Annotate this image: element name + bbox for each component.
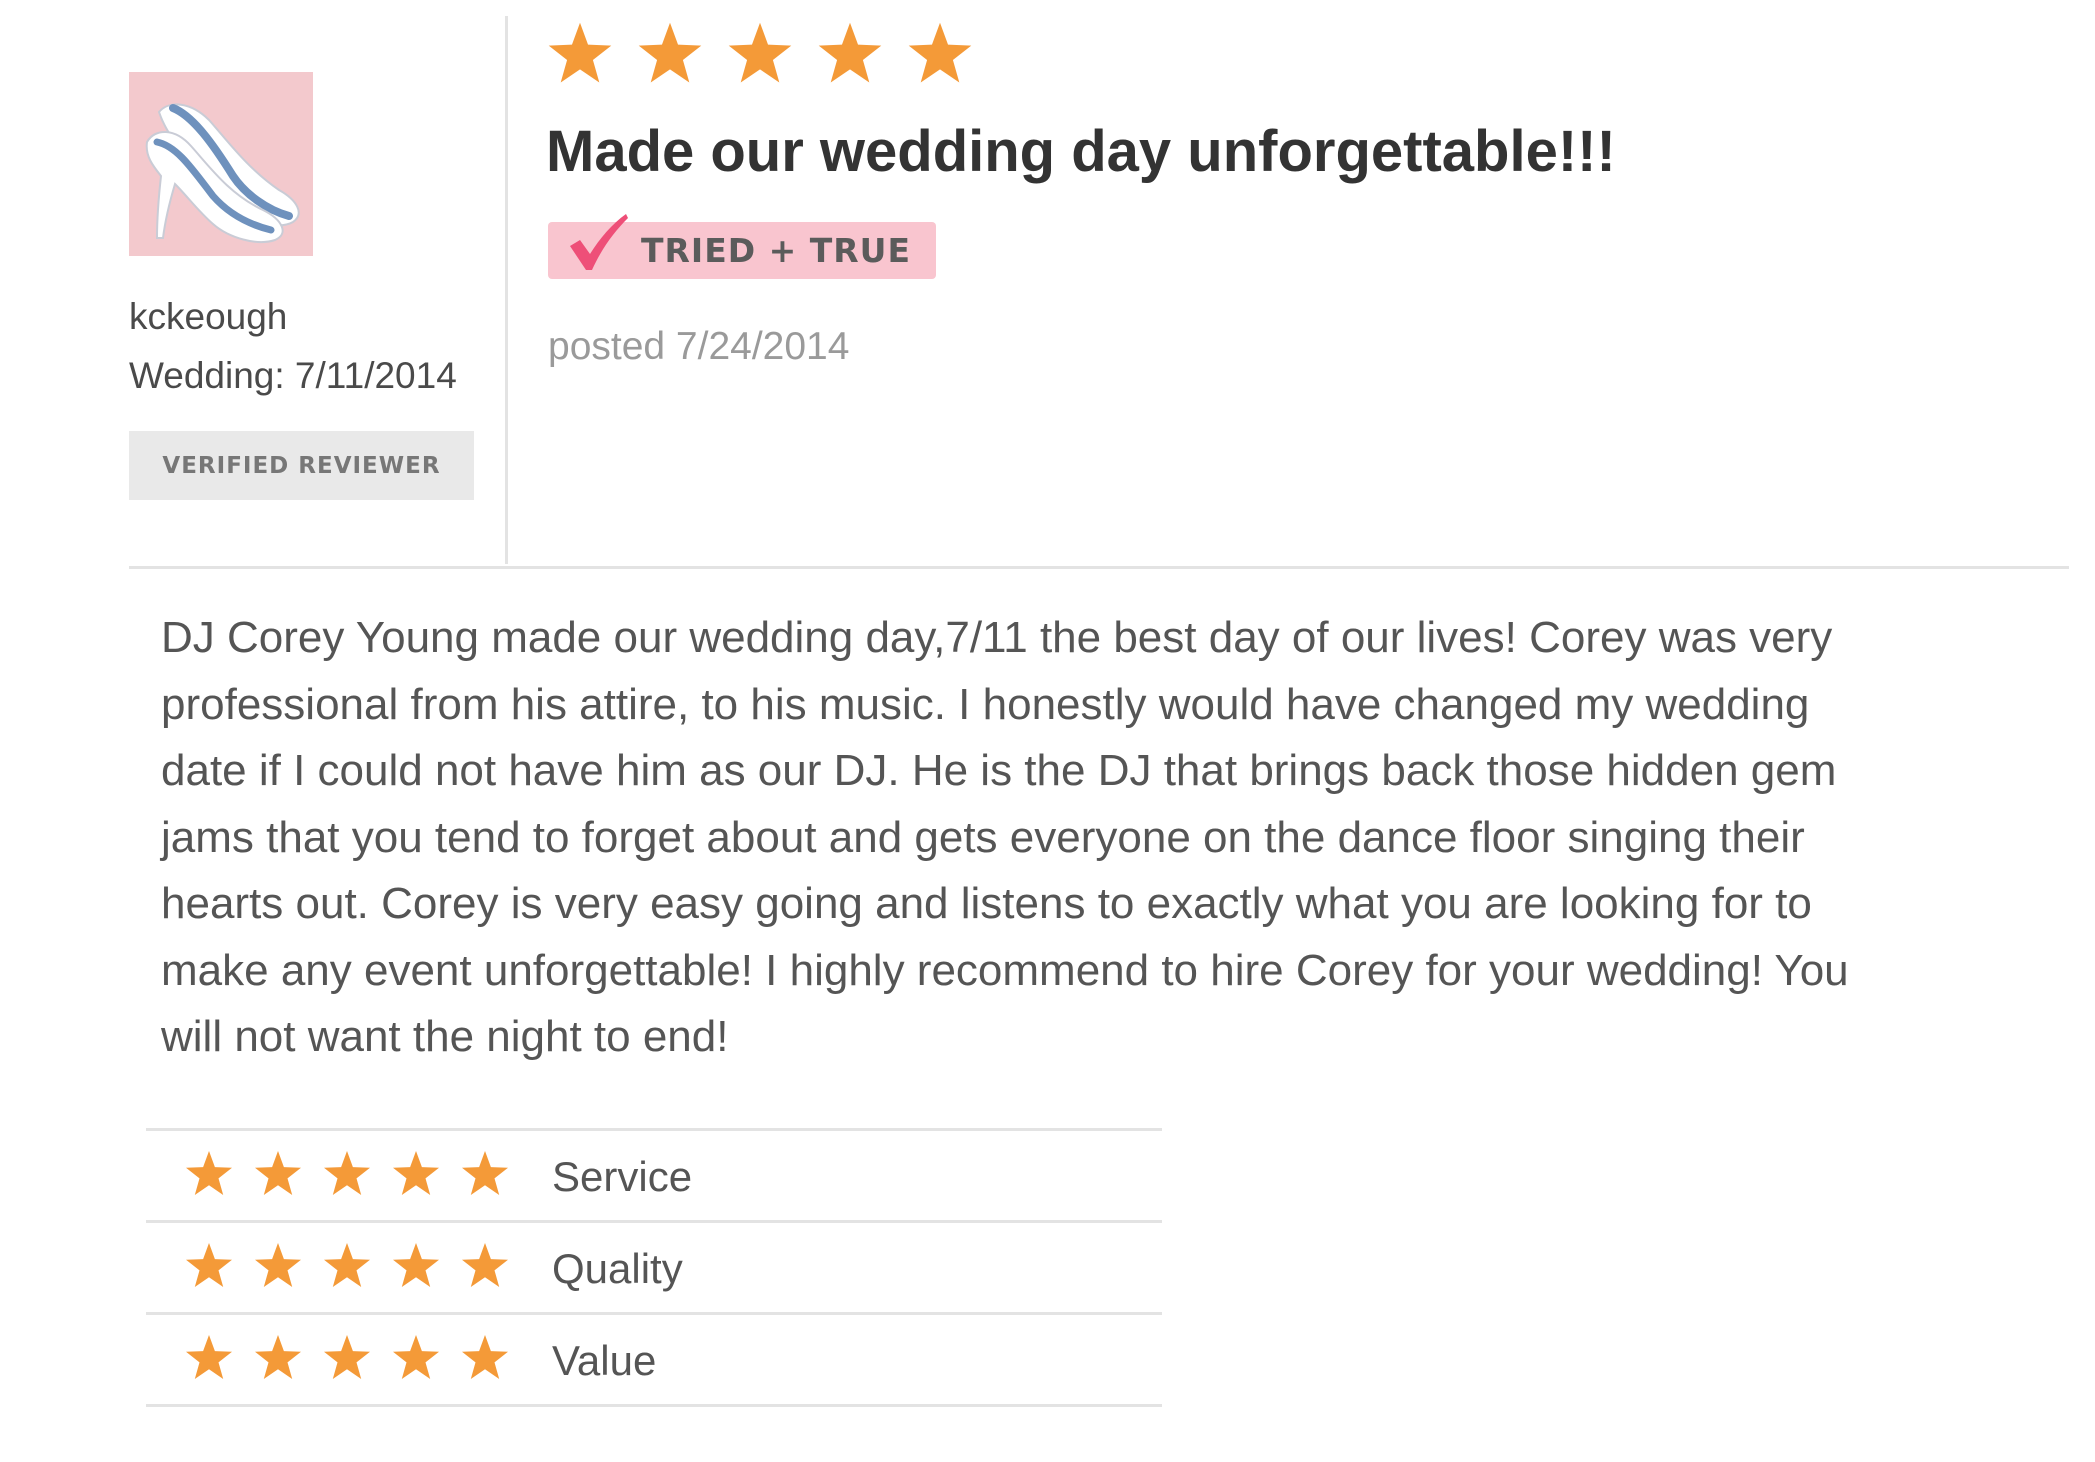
verified-reviewer-badge: VERIFIED REVIEWER [129, 431, 474, 500]
star-icon [255, 1335, 301, 1379]
review-body-line: jams that you tend to forget about and g… [161, 812, 1805, 862]
tried-true-label: TRIED + TRUE [641, 231, 912, 270]
subrating-stars [184, 1241, 510, 1291]
subrating-label: Value [552, 1337, 657, 1384]
star-icon [255, 1151, 301, 1195]
star-icon [186, 1335, 232, 1379]
star-icon [186, 1151, 232, 1195]
star-icon [638, 22, 702, 83]
star-icon [393, 1243, 439, 1287]
reviewer-avatar[interactable] [129, 72, 313, 256]
subrating-row-quality: Quality [146, 1223, 1162, 1315]
review-body-line: hearts out. Corey is very easy going and… [161, 879, 1812, 928]
star-icon [728, 22, 792, 83]
star-icon [186, 1243, 232, 1287]
posted-date: posted 7/24/2014 [548, 325, 850, 368]
subrating-row-service: Service [146, 1131, 1162, 1223]
wedding-date: Wedding: 7/11/2014 [129, 355, 457, 396]
tried-true-badge: TRIED + TRUE [548, 214, 936, 279]
star-icon [548, 22, 612, 83]
review-body-line: will not want the night to end! [161, 1012, 729, 1061]
subrating-stars [184, 1333, 510, 1383]
subrating-label: Quality [552, 1245, 683, 1292]
star-icon [324, 1151, 370, 1195]
star-icon [324, 1335, 370, 1379]
overall-rating-stars [546, 20, 974, 88]
column-divider [505, 16, 508, 564]
star-icon [462, 1243, 508, 1287]
star-icon [393, 1335, 439, 1379]
review-body: DJ Corey Young made our wedding day,7/11… [161, 605, 2041, 1071]
review-body-line: DJ Corey Young made our wedding day,7/11… [161, 613, 1833, 662]
subratings-table: Service Quality Value [146, 1128, 1162, 1407]
star-icon [818, 22, 882, 83]
review-body-line: date if I could not have him as our DJ. … [161, 746, 1837, 795]
bridal-shoes-icon [129, 72, 313, 256]
subrating-row-value: Value [146, 1315, 1162, 1407]
subrating-stars [184, 1149, 510, 1199]
star-icon [255, 1243, 301, 1287]
subrating-label: Service [552, 1153, 693, 1200]
reviewer-name[interactable]: kckeough [129, 296, 287, 338]
review-body-line: professional from his attire, to his mus… [161, 679, 1810, 729]
review-body-line: make any event unforgettable! I highly r… [161, 945, 1849, 995]
checkmark-icon [570, 214, 628, 270]
section-divider [129, 566, 2069, 569]
review-card: kckeough Wedding: 7/11/2014 VERIFIED REV… [0, 0, 2095, 1462]
star-icon [462, 1151, 508, 1195]
star-icon [908, 22, 972, 83]
star-icon [393, 1151, 439, 1195]
star-icon [324, 1243, 370, 1287]
review-title: Made our wedding day unforgettable!!! [546, 119, 1616, 184]
star-icon [462, 1335, 508, 1379]
